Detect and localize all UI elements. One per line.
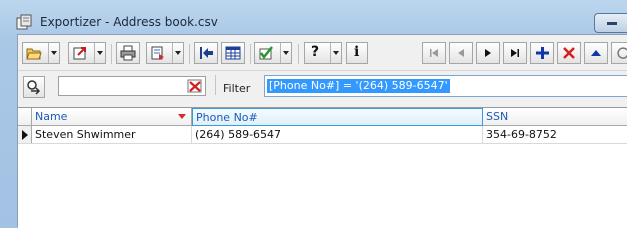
refresh-button[interactable] [611,42,627,64]
move-up-button[interactable] [584,42,608,64]
folder-open-icon [26,48,42,60]
clear-search-button[interactable] [186,77,204,95]
app-window: Exportizer - Address book.csv ? i Filter… [0,0,627,228]
main-area: ? i Filter [Phone No#] = '(264) 589-6547… [17,34,627,228]
next-record-button[interactable] [476,42,500,64]
refresh-icon [617,47,627,59]
row-indicator-header [18,108,32,126]
check-dropdown-arrow[interactable] [280,43,291,63]
prior-record-button[interactable] [449,42,473,64]
data-grid[interactable]: Name Phone No# SSN Steven Shwimmer (264)… [18,107,627,228]
export-button[interactable] [68,42,106,64]
table-cell-name[interactable]: Steven Shwimmer [32,126,192,143]
copy-dropdown-arrow[interactable] [172,43,183,63]
export-dropdown-arrow[interactable] [94,43,105,63]
column-header-label: Name [35,110,68,123]
sort-desc-icon [178,114,186,119]
filter-input[interactable]: [Phone No#] = '(264) 589-6547' [264,75,627,97]
filter-separator [215,75,216,95]
grid-icon [225,46,241,60]
open-button[interactable] [22,42,60,64]
delete-icon [563,47,575,59]
filter-expression: [Phone No#] = '(264) 589-6547' [267,79,450,93]
help-dropdown-arrow[interactable] [330,43,341,63]
first-record-button[interactable] [422,42,446,64]
toolbar-separator [298,44,299,64]
app-icon [16,14,32,30]
printer-icon [120,45,136,61]
window-title: Exportizer - Address book.csv [40,15,218,29]
filter-bar: Filter [Phone No#] = '(264) 589-6547' [18,70,627,101]
info-icon: i [354,44,360,60]
magnifier-arrow-icon [27,80,41,95]
column-header-phone[interactable]: Phone No# [192,108,483,126]
last-record-icon [511,49,519,57]
insert-icon [536,47,549,59]
grid-view-button[interactable] [221,42,245,64]
open-dropdown-arrow[interactable] [48,43,59,63]
move-up-icon [591,50,601,56]
search-input[interactable] [58,76,206,96]
arrow-left-bar-icon [200,47,213,59]
insert-record-button[interactable] [530,42,554,64]
first-record-icon [430,49,438,57]
help-button[interactable]: ? [304,42,342,64]
column-header-label: SSN [486,110,509,123]
column-header-name[interactable]: Name [32,108,192,126]
minimize-button[interactable] [594,13,627,33]
column-header-ssn[interactable]: SSN [483,108,627,126]
export-icon [73,47,86,60]
toolbar-separator [250,44,251,64]
print-button[interactable] [116,42,140,64]
copy-icon [151,46,164,60]
question-icon: ? [311,44,320,60]
toolbar-separator [189,44,190,64]
table-cell-phone[interactable]: (264) 589-6547 [192,126,483,143]
column-header-label: Phone No# [196,111,258,124]
next-record-icon [485,49,491,57]
table-cell-ssn[interactable]: 354-69-8752 [483,126,627,143]
filter-label: Filter [223,82,251,95]
copy-button[interactable] [146,42,184,64]
prior-record-icon [458,49,464,57]
clear-filter-icon [187,79,202,93]
checkmark-icon [259,46,273,60]
delete-record-button[interactable] [557,42,581,64]
last-record-button[interactable] [503,42,527,64]
toolbar: ? i [18,35,627,69]
check-button[interactable] [254,42,292,64]
current-row-indicator-icon [18,126,32,143]
search-button[interactable] [23,76,45,98]
table-row[interactable]: Steven Shwimmer (264) 589-6547 354-69-87… [18,126,627,144]
first-column-button[interactable] [194,42,218,64]
title-bar[interactable]: Exportizer - Address book.csv [0,0,627,34]
info-button[interactable]: i [346,42,368,64]
toolbar-separator [111,44,112,64]
